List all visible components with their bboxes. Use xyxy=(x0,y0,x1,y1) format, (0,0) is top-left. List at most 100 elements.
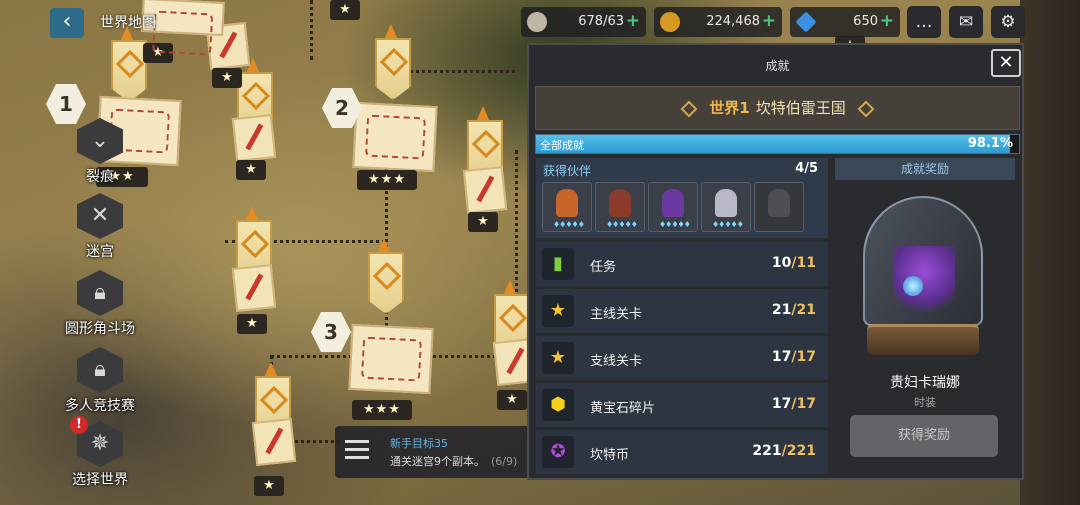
achievement-total: /17 xyxy=(791,349,816,365)
lock-icon: 🔒︎ xyxy=(77,347,123,393)
flag-tip xyxy=(476,106,490,122)
flag-tip xyxy=(245,206,259,222)
achievement-row-gem-shards[interactable]: ⬢ 黄宝石碎片 17/17 xyxy=(536,383,828,427)
boss-stage-card[interactable] xyxy=(352,101,438,173)
achievement-row-side-stages[interactable]: ★ 支线关卡 17/17 xyxy=(536,336,828,380)
diamond-ornament-icon xyxy=(857,100,875,117)
stage-flag[interactable] xyxy=(368,252,404,314)
stamina-value: 678/63 xyxy=(578,14,624,29)
quest-desc-text: 通关迷宫9个副本。 xyxy=(390,455,485,468)
stage-flag[interactable] xyxy=(375,38,411,100)
map-path xyxy=(310,0,313,60)
achievement-done: 21 xyxy=(771,302,792,318)
sword-stage-icon[interactable] xyxy=(251,418,297,466)
close-icon: ✕ xyxy=(998,52,1014,73)
mail-icon: ✉ xyxy=(958,12,974,32)
page-title: 世界地图 xyxy=(100,15,156,31)
menu-colosseum-label: 圆形角斗场 xyxy=(65,321,135,337)
sword-stage-icon[interactable] xyxy=(231,114,277,162)
chat-icon: … xyxy=(915,12,933,32)
stamina-counter[interactable]: 678/63 + xyxy=(521,7,646,37)
coffee-icon xyxy=(527,12,547,32)
star-rating: ★ xyxy=(497,390,527,410)
quest-title: 新手目标35 xyxy=(390,437,448,450)
add-gold-icon[interactable]: + xyxy=(762,11,776,31)
sword-stage-icon[interactable] xyxy=(462,166,508,214)
achievement-progress: 221/221 xyxy=(752,443,816,459)
gold-counter[interactable]: 224,468 + xyxy=(654,7,782,37)
settings-button[interactable]: ⚙ xyxy=(991,6,1025,38)
quest-progress: (6/9) xyxy=(491,455,518,468)
achievement-name: 坎特币 xyxy=(590,448,630,463)
back-button[interactable]: ‹ xyxy=(50,8,84,38)
add-gem-icon[interactable]: + xyxy=(880,11,894,31)
flag-tip xyxy=(503,280,517,296)
menu-multiplayer[interactable]: 🔒︎ 多人竞技赛 xyxy=(50,347,150,415)
achievement-progress: 17/17 xyxy=(772,396,816,412)
achievement-done: 10 xyxy=(771,255,792,271)
partners-label: 获得伙伴 xyxy=(543,164,592,178)
achievement-progress: 10/11 xyxy=(772,255,816,271)
achievement-row-coins[interactable]: ✪ 坎特币 221/221 xyxy=(536,430,828,474)
flag-tip xyxy=(384,24,398,40)
panel-title: 成就 xyxy=(765,59,790,73)
add-stamina-icon[interactable]: + xyxy=(626,11,640,31)
star-icon: ★ xyxy=(542,342,574,374)
achievement-done: 221 xyxy=(752,443,782,459)
stage-number: 3 xyxy=(311,312,351,352)
gold-coin-icon xyxy=(660,12,680,32)
stage-star-rating: ★★★ xyxy=(357,170,417,190)
quest-tracker[interactable]: 新手目标35 通关迷宫9个副本。 (6/9) xyxy=(335,426,550,478)
menu-multiplayer-label: 多人竞技赛 xyxy=(65,398,135,414)
achievement-name: 黄宝石碎片 xyxy=(590,401,656,416)
alert-badge: ! xyxy=(70,416,88,434)
menu-icon[interactable] xyxy=(345,440,369,464)
costume-figure xyxy=(893,246,955,318)
achievement-progress: 17/17 xyxy=(772,349,816,365)
silhouette-icon xyxy=(768,189,790,217)
yellow-gem-icon: ⬢ xyxy=(542,389,574,421)
achievement-row-quests[interactable]: ▮ 任务 10/11 xyxy=(536,242,828,286)
gem-counter[interactable]: 650 + xyxy=(790,7,900,37)
partner-portrait[interactable]: ♦♦♦♦♦ xyxy=(595,182,645,232)
mail-button[interactable]: ✉ xyxy=(949,6,983,38)
menu-colosseum[interactable]: 🔒︎ 圆形角斗场 xyxy=(50,270,150,338)
partner-portrait[interactable]: ♦♦♦♦♦ xyxy=(701,182,751,232)
achievement-row-main-stages[interactable]: ★ 主线关卡 21/21 xyxy=(536,289,828,333)
close-button[interactable]: ✕ xyxy=(991,49,1021,77)
star-rating: ★ xyxy=(330,0,360,20)
magic-orb-icon xyxy=(903,276,923,296)
chat-button[interactable]: … xyxy=(907,6,941,38)
menu-rift[interactable]: ⌄ 裂痕 xyxy=(50,118,150,186)
flag-tip xyxy=(264,362,278,378)
partner-portrait[interactable]: ♦♦♦♦♦ xyxy=(542,182,592,232)
boss-stage-card[interactable] xyxy=(348,323,434,395)
gem-value: 650 xyxy=(853,14,878,29)
partner-portrait[interactable]: ♦♦♦♦♦ xyxy=(648,182,698,232)
bookmark-icon: ▮ xyxy=(542,248,574,280)
partners-section: 获得伙伴 4/5 ♦♦♦♦♦ ♦♦♦♦♦ ♦♦♦♦♦ ♦♦♦♦♦ xyxy=(536,158,828,238)
display-pedestal xyxy=(867,324,979,355)
reward-costume-display xyxy=(863,196,983,358)
total-progress-percent: 98.1% xyxy=(967,136,1013,151)
partner-rank: ♦♦♦♦♦ xyxy=(606,220,638,229)
gem-icon xyxy=(795,11,817,33)
hero-figure xyxy=(556,189,578,217)
menu-labyrinth[interactable]: ✕ 迷宫 xyxy=(50,193,150,261)
claim-reward-button[interactable]: 获得奖励 xyxy=(850,415,998,457)
sword-stage-icon[interactable] xyxy=(231,264,277,312)
hero-figure xyxy=(609,189,631,217)
partner-rank: ♦♦♦♦♦ xyxy=(553,220,585,229)
lock-icon: 🔒︎ xyxy=(77,270,123,316)
rift-icon: ⌄ xyxy=(77,118,123,164)
achievement-done: 17 xyxy=(771,396,792,412)
diamond-ornament-icon xyxy=(680,100,698,117)
menu-select-world[interactable]: ✵ 选择世界 xyxy=(50,421,150,489)
flag-tip xyxy=(377,238,391,254)
partner-portrait-locked[interactable] xyxy=(754,182,804,232)
world-name: 坎特伯雷王国 xyxy=(755,99,846,117)
stage-flag[interactable] xyxy=(111,40,147,102)
partners-count: 4/5 xyxy=(795,161,818,176)
achievement-done: 17 xyxy=(771,349,792,365)
star-rating: ★ xyxy=(236,160,266,180)
